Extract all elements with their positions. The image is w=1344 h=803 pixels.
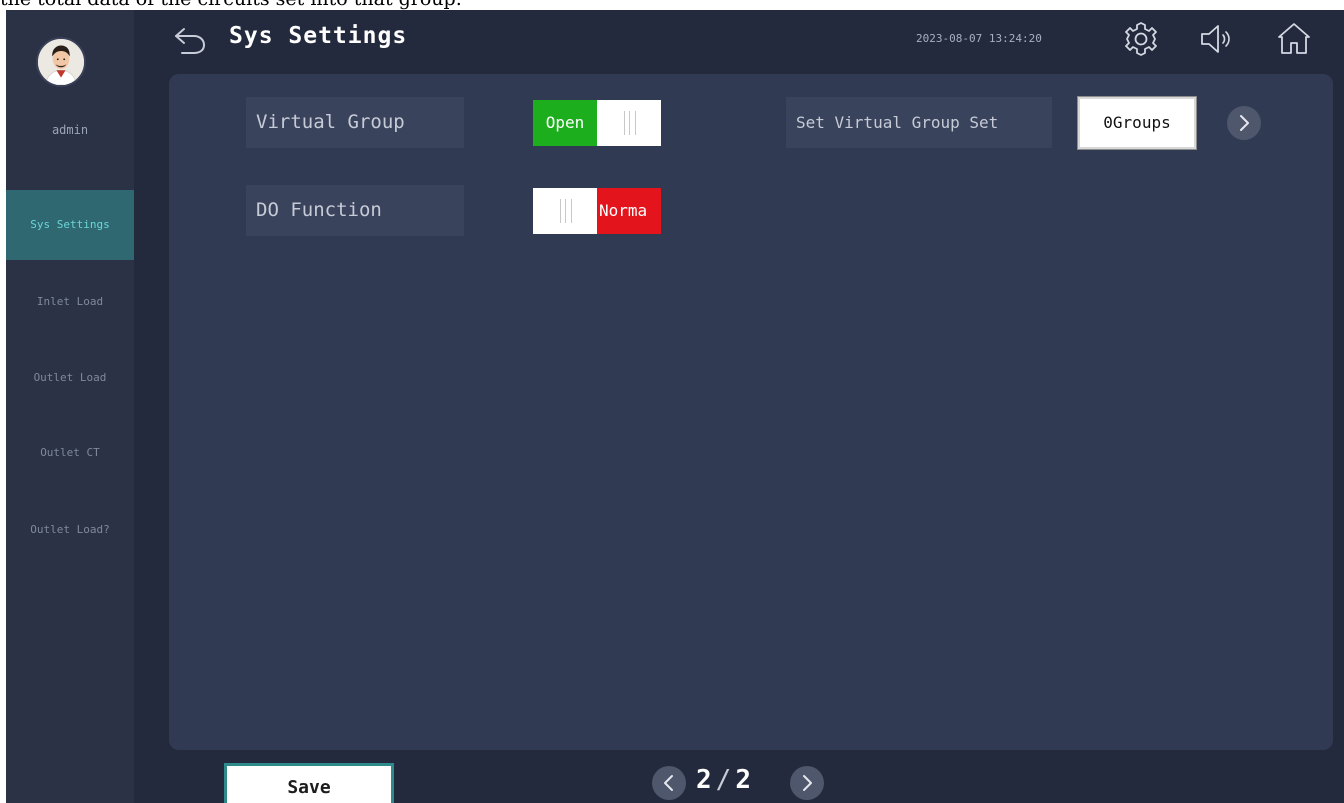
page-separator: /: [715, 765, 732, 795]
virtual-group-label: Virtual Group: [246, 97, 464, 148]
do-function-label: DO Function: [246, 185, 464, 236]
sidebar: admin Sys Settings Inlet Load Outlet Loa…: [6, 10, 134, 803]
virtual-group-set-label: Set Virtual Group Set: [786, 97, 1052, 148]
next-page-button[interactable]: [790, 766, 824, 800]
toggle-state-text: Open: [533, 100, 597, 146]
do-function-toggle[interactable]: Norma: [533, 188, 661, 234]
virtual-group-set-field[interactable]: 0Groups: [1077, 96, 1197, 150]
username-label: admin: [51, 123, 89, 137]
toggle-knob: [533, 188, 597, 234]
virtual-group-toggle[interactable]: Open: [533, 100, 661, 146]
avatar[interactable]: [36, 37, 86, 87]
back-arrow-icon[interactable]: [172, 24, 208, 56]
virtual-group-set-next-button[interactable]: [1227, 106, 1261, 140]
user-avatar-icon: [38, 39, 84, 85]
toggle-knob: [597, 100, 661, 146]
datetime-display: 2023-08-07 13:24:20: [916, 32, 1042, 45]
toggle-state-text: Norma: [597, 188, 661, 234]
settings-panel: [169, 74, 1333, 750]
gear-icon[interactable]: [1121, 19, 1161, 59]
save-button[interactable]: Save: [224, 763, 394, 803]
home-icon[interactable]: [1274, 19, 1314, 59]
sidebar-item-outlet-load[interactable]: Outlet Load: [6, 343, 134, 413]
prev-page-button[interactable]: [652, 766, 686, 800]
total-pages: 2: [735, 765, 751, 795]
chevron-right-icon: [803, 775, 812, 791]
current-page: 2: [696, 765, 712, 795]
page-title: Sys Settings: [229, 23, 408, 49]
page-indicator: 2/2: [696, 765, 751, 795]
sidebar-item-outlet-load-2[interactable]: Outlet Load?: [6, 495, 134, 565]
chevron-right-icon: [1240, 115, 1249, 131]
sidebar-item-sys-settings[interactable]: Sys Settings: [6, 190, 134, 260]
speaker-icon[interactable]: [1196, 19, 1236, 59]
app-screen: admin Sys Settings Inlet Load Outlet Loa…: [6, 10, 1344, 803]
grip-icon: [624, 111, 636, 135]
chevron-left-icon: [664, 775, 673, 791]
grip-icon: [560, 199, 572, 223]
sidebar-item-inlet-load[interactable]: Inlet Load: [6, 267, 134, 337]
sidebar-item-outlet-ct[interactable]: Outlet CT: [6, 418, 134, 488]
page-caption: the total data of the circuits set into …: [0, 0, 1344, 10]
